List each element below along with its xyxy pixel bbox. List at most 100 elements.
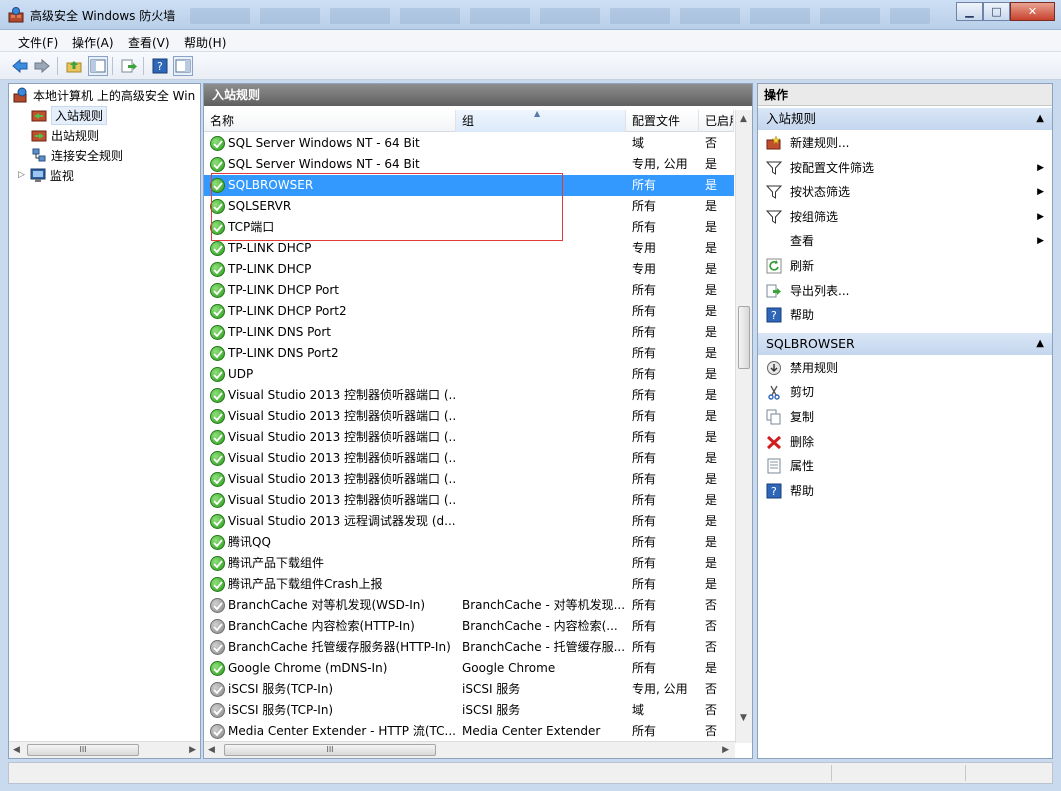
action-item[interactable]: 导出列表... [758, 280, 1052, 302]
table-row[interactable]: TP-LINK DHCP Port 所有 是 [204, 280, 734, 301]
cell-enabled: 是 [705, 430, 718, 444]
actions-group-header[interactable]: SQLBROWSER ▲ [758, 332, 1052, 355]
table-row[interactable]: TCP端口 所有 是 [204, 217, 734, 238]
action-item[interactable]: 按组筛选 ▶ [758, 206, 1052, 228]
menu-action[interactable]: 操作(A) [72, 34, 114, 51]
table-row[interactable]: BranchCache 托管缓存服务器(HTTP-In) BranchCache … [204, 637, 734, 658]
up-folder-icon[interactable] [64, 56, 84, 76]
enabled-check-icon [210, 304, 225, 319]
actions-group-header[interactable]: 入站规则 ▲ [758, 108, 1052, 130]
back-icon[interactable] [10, 56, 30, 76]
cell-enabled: 是 [705, 220, 718, 234]
action-item[interactable]: ? 帮助 [758, 480, 1052, 502]
table-row[interactable]: Google Chrome (mDNS-In) Google Chrome 所有 是 [204, 658, 734, 679]
minimize-button[interactable]: ▁ [956, 2, 983, 21]
cell-profile: 所有 [632, 409, 657, 423]
tree-horizontal-scrollbar[interactable]: ◀ III ▶ [9, 741, 200, 758]
cell-profile: 所有 [632, 367, 657, 381]
table-row[interactable]: iSCSI 服务(TCP-In) iSCSI 服务 域 否 [204, 700, 734, 721]
table-row[interactable]: Visual Studio 2013 远程调试器发现 (d... 所有 是 [204, 511, 734, 532]
scroll-down-icon[interactable]: ▼ [740, 713, 747, 723]
show-hide-tree-icon[interactable] [88, 56, 108, 76]
enabled-check-icon [210, 241, 225, 256]
scroll-right-icon[interactable]: ▶ [722, 745, 729, 755]
action-item[interactable]: 刷新 [758, 255, 1052, 277]
action-item[interactable]: 按配置文件筛选 ▶ [758, 157, 1052, 179]
column-group[interactable]: 组 ▲ [456, 109, 626, 132]
table-row[interactable]: 腾讯产品下载组件Crash上报 所有 是 [204, 574, 734, 595]
table-row[interactable]: SQL Server Windows NT - 64 Bit 专用, 公用 是 [204, 154, 734, 175]
action-item[interactable]: 删除 [758, 431, 1052, 453]
rules-horizontal-scrollbar[interactable]: ◀ III ▶ [204, 741, 735, 758]
table-row[interactable]: Visual Studio 2013 控制器侦听器端口 (... 所有 是 [204, 490, 734, 511]
action-item[interactable]: 查看 ▶ [758, 230, 1052, 252]
table-row[interactable]: UDP 所有 是 [204, 364, 734, 385]
table-row[interactable]: TP-LINK DHCP 专用 是 [204, 238, 734, 259]
menu-file[interactable]: 文件(F) [18, 34, 58, 51]
expand-arrow-icon[interactable]: ▷ [18, 170, 25, 180]
cell-enabled: 否 [705, 640, 718, 654]
column-profile[interactable]: 配置文件 [626, 110, 699, 132]
help-icon[interactable]: ? [150, 56, 170, 76]
table-row[interactable]: 腾讯QQ 所有 是 [204, 532, 734, 553]
table-row[interactable]: SQLBROWSER 所有 是 [204, 175, 734, 196]
table-row[interactable]: TP-LINK DNS Port2 所有 是 [204, 343, 734, 364]
scroll-left-icon[interactable]: ◀ [208, 745, 215, 755]
menu-view[interactable]: 查看(V) [128, 34, 170, 51]
column-name[interactable]: 名称 [204, 110, 456, 132]
enabled-check-icon [210, 262, 225, 277]
cell-name: SQLBROWSER [228, 178, 314, 192]
scrollbar-thumb[interactable]: III [27, 744, 139, 756]
show-hide-action-pane-icon[interactable] [173, 56, 193, 76]
rules-vertical-scrollbar[interactable]: ▲ ▼ [735, 110, 752, 743]
tree-item-outbound-rules[interactable]: 出站规则 [31, 125, 99, 145]
action-item[interactable]: 按状态筛选 ▶ [758, 181, 1052, 203]
table-row[interactable]: BranchCache 对等机发现(WSD-In) BranchCache - 对… [204, 595, 734, 616]
table-row[interactable]: Visual Studio 2013 控制器侦听器端口 (... 所有 是 [204, 469, 734, 490]
status-divider [831, 765, 832, 781]
table-row[interactable]: Visual Studio 2013 控制器侦听器端口 (... 所有 是 [204, 385, 734, 406]
tree-root[interactable]: 本地计算机 上的高级安全 Win [13, 85, 195, 105]
table-row[interactable]: Visual Studio 2013 控制器侦听器端口 (... 所有 是 [204, 427, 734, 448]
scroll-left-icon[interactable]: ◀ [13, 745, 20, 755]
action-item[interactable]: ? 帮助 [758, 304, 1052, 326]
enabled-check-icon [210, 409, 225, 424]
tree-item-connection-security[interactable]: 连接安全规则 [31, 145, 123, 165]
close-button[interactable]: ✕ [1010, 2, 1055, 21]
tree-item-inbound-rules[interactable]: 入站规则 [31, 105, 108, 125]
action-item[interactable]: 复制 [758, 406, 1052, 428]
firewall-computer-icon [13, 87, 29, 103]
help-icon: ? [766, 307, 782, 323]
table-row[interactable]: SQL Server Windows NT - 64 Bit 域 否 [204, 133, 734, 154]
table-row[interactable]: Visual Studio 2013 控制器侦听器端口 (... 所有 是 [204, 448, 734, 469]
cell-group: Media Center Extender [462, 724, 601, 738]
scrollbar-thumb[interactable]: III [224, 744, 436, 756]
table-row[interactable]: TP-LINK DHCP Port2 所有 是 [204, 301, 734, 322]
action-item[interactable]: 剪切 [758, 381, 1052, 403]
collapse-icon[interactable]: ▲ [1036, 333, 1044, 355]
forward-icon[interactable] [32, 56, 52, 76]
cell-group: BranchCache - 内容检索(... [462, 619, 618, 633]
action-item[interactable]: 属性 [758, 455, 1052, 477]
table-row[interactable]: 腾讯产品下载组件 所有 是 [204, 553, 734, 574]
cell-name: Visual Studio 2013 控制器侦听器端口 (... [228, 472, 456, 486]
column-enabled[interactable]: 已启用 [699, 110, 734, 132]
table-row[interactable]: Visual Studio 2013 控制器侦听器端口 (... 所有 是 [204, 406, 734, 427]
scroll-right-icon[interactable]: ▶ [189, 745, 196, 755]
tree-item-monitoring[interactable]: ▷ 监视 [18, 165, 74, 185]
cell-enabled: 否 [705, 682, 718, 696]
table-row[interactable]: iSCSI 服务(TCP-In) iSCSI 服务 专用, 公用 否 [204, 679, 734, 700]
scroll-up-icon[interactable]: ▲ [740, 114, 747, 124]
table-row[interactable]: Media Center Extender - HTTP 流(TC... Medi… [204, 721, 734, 742]
scrollbar-thumb[interactable] [738, 306, 750, 369]
action-item[interactable]: 新建规则... [758, 132, 1052, 154]
table-row[interactable]: SQLSERVR 所有 是 [204, 196, 734, 217]
table-row[interactable]: TP-LINK DNS Port 所有 是 [204, 322, 734, 343]
maximize-button[interactable]: □ [983, 2, 1010, 21]
table-row[interactable]: BranchCache 内容检索(HTTP-In) BranchCache - 内… [204, 616, 734, 637]
menu-help[interactable]: 帮助(H) [184, 34, 226, 51]
collapse-icon[interactable]: ▲ [1036, 108, 1044, 130]
action-item[interactable]: 禁用规则 [758, 357, 1052, 379]
export-icon[interactable] [119, 56, 139, 76]
table-row[interactable]: TP-LINK DHCP 专用 是 [204, 259, 734, 280]
